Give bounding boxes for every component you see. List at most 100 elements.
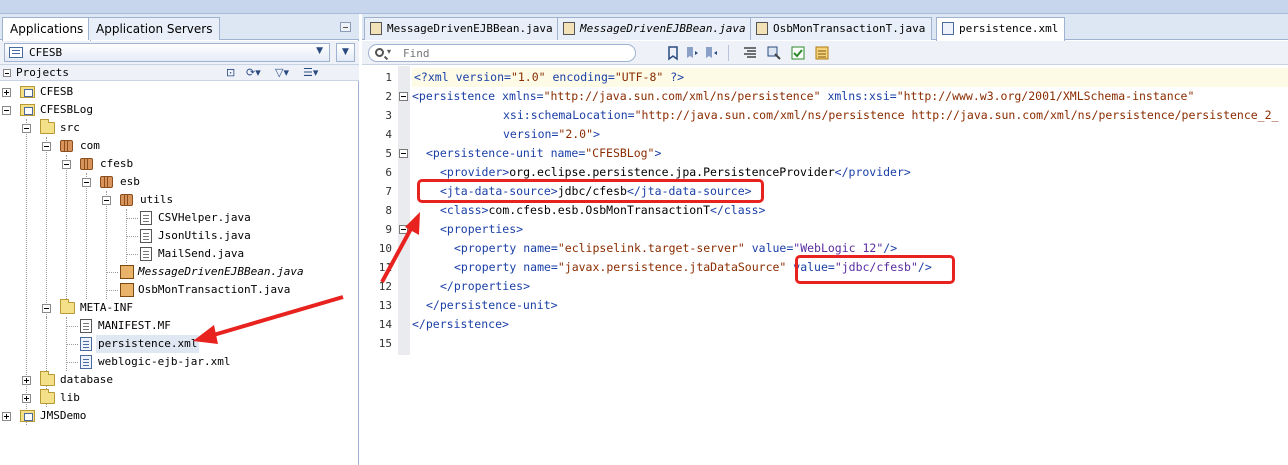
projects-header: Projects ⊡ ⟳▾ ▽▾ ☰▾ [0, 65, 359, 81]
sort-icon[interactable]: ☰▾ [303, 66, 318, 80]
expand-icon[interactable] [22, 394, 31, 403]
project-icon [20, 86, 35, 98]
fold-toggle-icon[interactable] [399, 92, 408, 101]
line-number: 12 [378, 280, 392, 293]
java-bean-icon [120, 265, 134, 279]
tree-item-label: weblogic-ejb-jar.xml [98, 355, 231, 368]
tree-item-label: OsbMonTransactionT.java [138, 283, 291, 296]
find-field[interactable]: ▾ [368, 44, 636, 62]
application-icon [9, 47, 23, 58]
collapse-icon[interactable] [42, 142, 51, 151]
tree-item-label: utils [140, 193, 174, 206]
java-file-icon [370, 22, 382, 35]
annotation-box-jta-data-source [417, 179, 764, 203]
code-line-9: <properties> [440, 222, 524, 236]
code-line-5: <persistence-unit name="CFESBLog"> [426, 146, 662, 160]
tree-item-label: lib [60, 391, 80, 404]
format-icon[interactable] [742, 45, 758, 61]
properties-icon[interactable] [814, 45, 830, 61]
tree-item-label: persistence.xml [96, 335, 200, 353]
line-number: 3 [385, 109, 392, 122]
tab-applications[interactable]: Applications [2, 17, 92, 41]
package-icon [100, 176, 113, 188]
java-file-icon [140, 247, 152, 261]
tree-item-label: MailSend.java [158, 247, 245, 260]
folder-icon [60, 299, 75, 314]
tab-label: OsbMonTransactionT.java [773, 22, 926, 35]
chevron-down-icon: ▼ [316, 46, 323, 56]
locate-icon[interactable]: ⊡ [226, 66, 235, 80]
tree-item-label: cfesb [100, 157, 134, 170]
collapse-projects-icon[interactable] [3, 69, 11, 77]
annotation-box-jta-datasource-value [795, 255, 955, 284]
java-bean-icon [120, 283, 134, 297]
tab-osbmontransactiont[interactable]: OsbMonTransactionT.java [750, 17, 933, 40]
tab-messagedrivenejbbean[interactable]: MessageDrivenEJBBean.java [364, 17, 560, 40]
application-menu-button[interactable]: ▼ [336, 43, 355, 62]
code-line-2: <persistence xmlns="http://java.sun.com/… [412, 89, 1195, 103]
sync-icon[interactable]: ⟳▾ [246, 66, 261, 80]
tree-item-label: com [80, 139, 100, 152]
tab-messagedrivenejbbean-alt[interactable]: MessageDrivenEJBBean.java [557, 17, 753, 40]
next-bookmark-icon[interactable] [703, 45, 719, 61]
line-number: 7 [385, 185, 392, 198]
project-icon [20, 104, 35, 116]
window-top-strip [0, 0, 1288, 14]
tree-item-label: CFESBLog [40, 103, 93, 116]
line-number: 15 [378, 337, 392, 350]
tree-item-label: CFESB [40, 85, 74, 98]
find-input[interactable] [403, 46, 623, 60]
minimize-icon[interactable] [340, 22, 351, 32]
expand-icon[interactable] [22, 376, 31, 385]
bookmark-icon[interactable] [665, 45, 681, 61]
chevron-down-icon: ▾ [387, 47, 392, 56]
application-bar: CFESB ▼ ▼ [0, 41, 359, 65]
line-number: 10 [378, 242, 392, 255]
java-file-icon [563, 22, 575, 35]
projects-label: Projects [16, 66, 69, 79]
folder-icon [40, 371, 55, 386]
outline-icon[interactable] [766, 45, 782, 61]
fold-toggle-icon[interactable] [399, 225, 408, 234]
code-line-8: <class>com.cfesb.esb.OsbMonTransactionT<… [440, 203, 766, 217]
application-selector-value: CFESB [29, 46, 63, 59]
tree-item-label: esb [120, 175, 140, 188]
collapse-icon[interactable] [22, 124, 31, 133]
java-file-icon [140, 229, 152, 243]
search-icon [375, 48, 384, 57]
line-number-gutter: 1 2 3 4 5 6 7 8 9 10 11 12 13 14 15 [362, 66, 396, 465]
validate-icon[interactable] [790, 45, 806, 61]
package-icon [60, 140, 73, 152]
folder-icon [40, 119, 55, 134]
collapse-icon[interactable] [42, 304, 51, 313]
editor-tab-bar: MessageDrivenEJBBean.java MessageDrivenE… [362, 14, 1288, 41]
application-selector[interactable]: CFESB ▼ [4, 43, 330, 62]
fold-toggle-icon[interactable] [399, 149, 408, 158]
expand-icon[interactable] [2, 88, 11, 97]
application-navigator: Applications Application Servers CFESB ▼… [0, 14, 359, 465]
collapse-icon[interactable] [62, 160, 71, 169]
collapse-icon[interactable] [102, 196, 111, 205]
package-icon [80, 158, 93, 170]
tab-label: persistence.xml [959, 22, 1059, 35]
line-number: 9 [385, 223, 392, 236]
expand-icon[interactable] [2, 412, 11, 421]
collapse-icon[interactable] [82, 178, 91, 187]
filter-icon[interactable]: ▽▾ [275, 66, 289, 80]
line-number: 2 [385, 90, 392, 103]
tree-item-label: JsonUtils.java [158, 229, 251, 242]
collapse-icon[interactable] [2, 106, 11, 115]
tree-item-label: CSVHelper.java [158, 211, 251, 224]
previous-bookmark-icon[interactable] [684, 45, 700, 61]
project-icon [20, 410, 35, 422]
xml-file-icon [80, 337, 92, 351]
line-number: 13 [378, 299, 392, 312]
navigator-tab-bar: Applications Application Servers [0, 14, 359, 41]
tab-persistence-xml[interactable]: persistence.xml [936, 17, 1066, 41]
tree-item-label: MANIFEST.MF [98, 319, 171, 332]
editor-toolbar: ▾ [362, 41, 1288, 65]
tab-application-servers[interactable]: Application Servers [88, 17, 221, 40]
xml-file-icon [80, 355, 92, 369]
project-tree: CFESB CFESBLog src com cfesb esb utils C… [0, 83, 359, 463]
tab-label: MessageDrivenEJBBean.java [580, 22, 746, 35]
